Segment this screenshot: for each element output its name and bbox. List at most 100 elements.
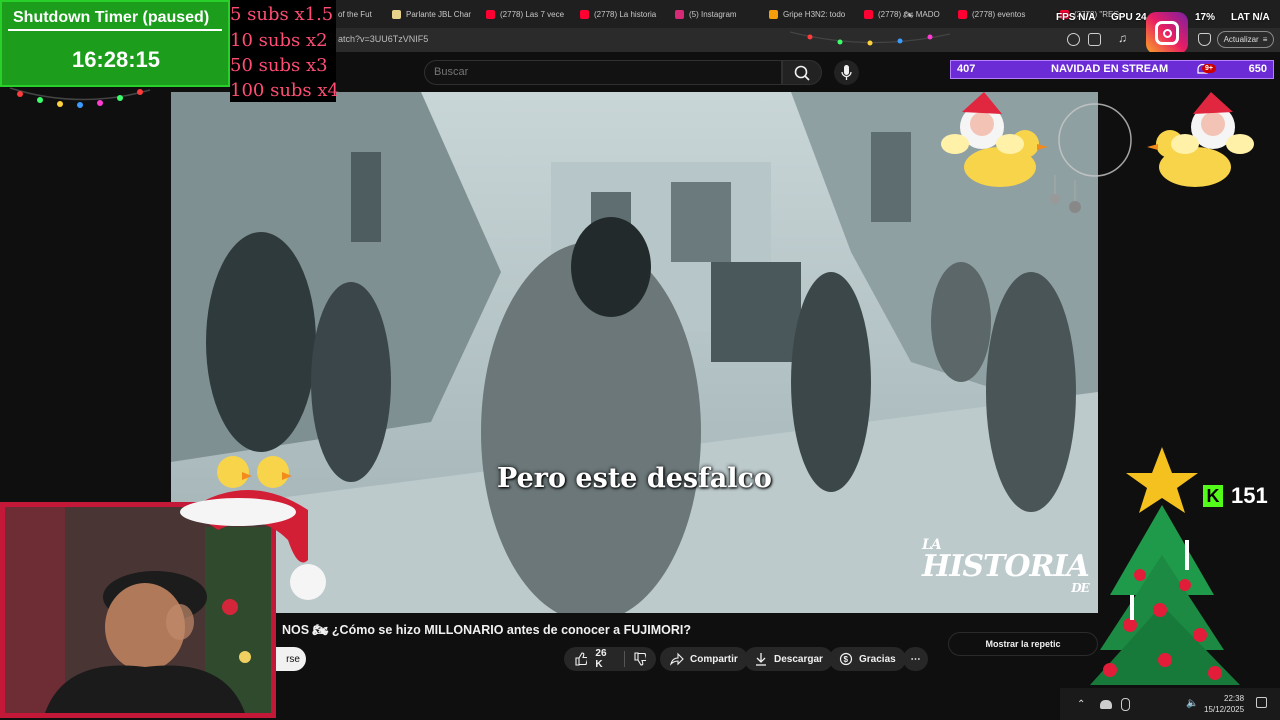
tab-label: (2778) Las 7 vece	[500, 9, 565, 19]
browser-tab[interactable]: (2778) eventos	[958, 5, 1028, 23]
tab-label: (2778) La historia	[594, 9, 657, 19]
christmas-tree-decoration	[1090, 447, 1240, 685]
subs-multiplier-line: 10 subs x2	[230, 30, 328, 51]
feliz-navidad-ornament	[1050, 103, 1132, 213]
more-actions-button[interactable]: ⋯	[903, 647, 928, 671]
youtube-favicon-icon	[958, 9, 967, 19]
cpu-stat: 17%	[1195, 12, 1215, 23]
like-count: 26 K	[595, 648, 607, 670]
gpu-stat: GPU 24	[1111, 12, 1147, 23]
download-label: Descargar	[774, 653, 823, 665]
system-taskbar	[1060, 688, 1280, 720]
timer-title: Shutdown Timer (paused)	[13, 9, 210, 26]
menu-icon: ≡	[1262, 35, 1268, 44]
like-button[interactable]: 26 K	[564, 647, 656, 671]
cloud-icon[interactable]	[1100, 700, 1112, 709]
goal-target: 650	[1248, 63, 1267, 75]
channel-watermark: LA HISTORIA DE	[922, 538, 1090, 594]
notification-badge: 9+	[1202, 64, 1216, 73]
share-label: Compartir	[690, 653, 738, 665]
kick-count: 151	[1231, 483, 1268, 508]
kick-logo-icon: K	[1203, 485, 1223, 507]
tab-label: of the Fut	[338, 9, 372, 19]
shield-icon[interactable]	[1198, 33, 1211, 46]
browser-tab[interactable]: Gripe H3N2: todo	[769, 5, 849, 23]
fps-label: FPS	[1056, 12, 1076, 23]
thumbs-up-icon	[575, 652, 588, 666]
stream-goal-bar: 407 NAVIDAD EN STREAM 650	[950, 60, 1274, 79]
lat-stat: LAT N/A	[1231, 12, 1270, 23]
screenshot-icon[interactable]	[1088, 33, 1101, 46]
watermark-line: HISTORIA	[922, 549, 1090, 584]
super-thanks-icon: $	[839, 652, 853, 666]
browser-tab[interactable]: (2778) 🏍 MADO	[864, 5, 944, 23]
shutdown-timer-widget: Shutdown Timer (paused) 16:28:15	[0, 0, 230, 87]
goal-current: 407	[957, 63, 976, 75]
show-replay-button[interactable]: Mostrar la repetic	[948, 632, 1098, 656]
svg-text:$: $	[844, 655, 849, 664]
account-icon[interactable]	[1067, 33, 1080, 46]
update-label: Actualizar	[1223, 35, 1259, 44]
browser-tab[interactable]: (5) Instagram	[675, 5, 755, 23]
christmas-lights-decoration	[790, 31, 950, 46]
timer-divider	[8, 29, 222, 31]
gpu-label: GPU	[1111, 12, 1133, 23]
search-button[interactable]	[782, 60, 822, 85]
speaker-icon[interactable]: 🔈	[1186, 698, 1198, 709]
browser-tab[interactable]: Parlante JBL Char	[392, 5, 472, 23]
santa-hat-sticker	[180, 456, 326, 600]
update-button[interactable]: Actualizar ≡	[1217, 31, 1274, 48]
christmas-lights-decoration	[9, 87, 151, 108]
browser-tab[interactable]: (2778) Las 7 vece	[486, 5, 566, 23]
thumbs-down-icon	[634, 652, 646, 666]
santa-duck-sticker	[941, 92, 1048, 187]
more-icon: ⋯	[910, 653, 921, 665]
santa-duck-sticker	[1147, 92, 1254, 187]
download-button[interactable]: Descargar	[744, 647, 833, 671]
subs-multiplier-line: 50 subs x3	[230, 55, 328, 76]
subscribe-label: rse	[286, 653, 300, 665]
thanks-label: Gracias	[859, 653, 896, 665]
tab-label: (2778) 🏍 MADO	[878, 9, 940, 19]
share-button[interactable]: Compartir	[660, 647, 748, 671]
chevron-up-icon[interactable]: ⌃	[1077, 699, 1085, 710]
instagram-logo-icon	[1146, 12, 1188, 54]
browser-tab[interactable]: (2778) La historia	[580, 5, 660, 23]
search-box[interactable]	[424, 60, 782, 85]
goal-title: NAVIDAD EN STREAM	[1051, 63, 1169, 75]
browser-tab[interactable]: of the Fut	[338, 5, 378, 23]
gpu-value: 24	[1135, 12, 1147, 23]
microphone-tray-icon[interactable]	[1121, 698, 1130, 711]
search-icon	[794, 65, 810, 81]
download-icon	[756, 653, 766, 666]
show-replay-label: Mostrar la repetic	[985, 639, 1061, 649]
microphone-icon	[841, 65, 852, 80]
fps-value: N/A	[1078, 12, 1096, 23]
thanks-button[interactable]: $ Gracias	[829, 647, 906, 671]
like-divider	[623, 651, 625, 667]
kick-viewer-counter: K 151	[1203, 483, 1268, 509]
url-text[interactable]: atch?v=3UU6TzVNIF5	[338, 34, 428, 44]
system-clock[interactable]: 22:38 15/12/2025	[1204, 693, 1244, 715]
timer-value: 16:28:15	[71, 47, 161, 72]
tab-label: (2778) eventos	[972, 9, 1026, 19]
clock-date: 15/12/2025	[1204, 705, 1245, 714]
tab-label: Parlante JBL Char	[406, 9, 472, 19]
voice-search-button[interactable]	[834, 60, 859, 85]
music-icon[interactable]: ♫	[1118, 31, 1131, 45]
youtube-favicon-icon	[864, 9, 873, 19]
lat-label: LAT	[1231, 12, 1250, 23]
instagram-favicon-icon	[675, 9, 684, 19]
news-favicon-icon	[769, 9, 778, 19]
fps-stat: FPS N/A	[1056, 12, 1095, 23]
tab-label: Gripe H3N2: todo	[783, 9, 846, 19]
subs-multiplier-line: 5 subs x1.5	[230, 4, 334, 25]
subscribe-button[interactable]: rse	[276, 647, 306, 671]
youtube-favicon-icon	[486, 9, 495, 19]
search-input[interactable]	[434, 66, 764, 78]
cpu-value: 17%	[1195, 12, 1216, 23]
clock-time: 22:38	[1224, 694, 1245, 703]
notification-center-icon[interactable]	[1256, 697, 1267, 708]
share-icon	[670, 652, 684, 666]
youtube-favicon-icon	[580, 9, 589, 19]
